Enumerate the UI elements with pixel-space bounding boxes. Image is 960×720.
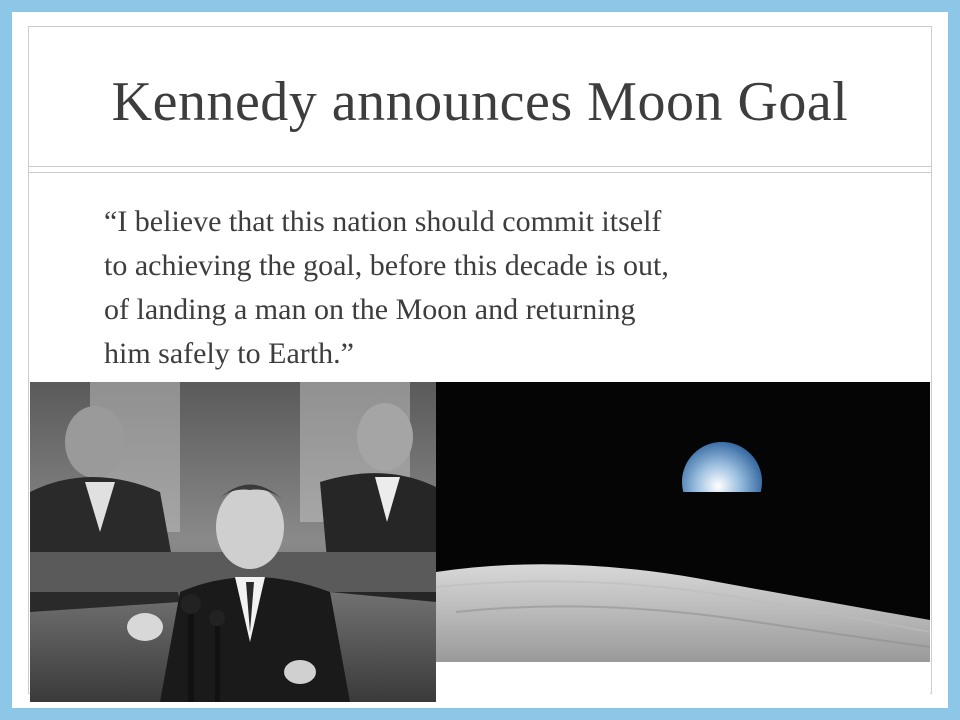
title-divider-top (28, 166, 932, 167)
quote-line: “I believe that this nation should commi… (104, 205, 662, 238)
earthrise-photo (436, 382, 930, 662)
quote-text: “I believe that this nation should commi… (104, 200, 884, 376)
title-divider-bottom (28, 172, 932, 173)
kennedy-speech-photo (30, 382, 436, 702)
image-bottom-margin (436, 662, 930, 702)
quote-line: him safely to Earth.” (104, 337, 354, 370)
quote-line: to achieving the goal, before this decad… (104, 249, 669, 282)
slide-title: Kennedy announces Moon Goal (111, 71, 849, 133)
quote-line: of landing a man on the Moon and returni… (104, 293, 636, 326)
slide: Kennedy announces Moon Goal “I believe t… (12, 12, 948, 708)
